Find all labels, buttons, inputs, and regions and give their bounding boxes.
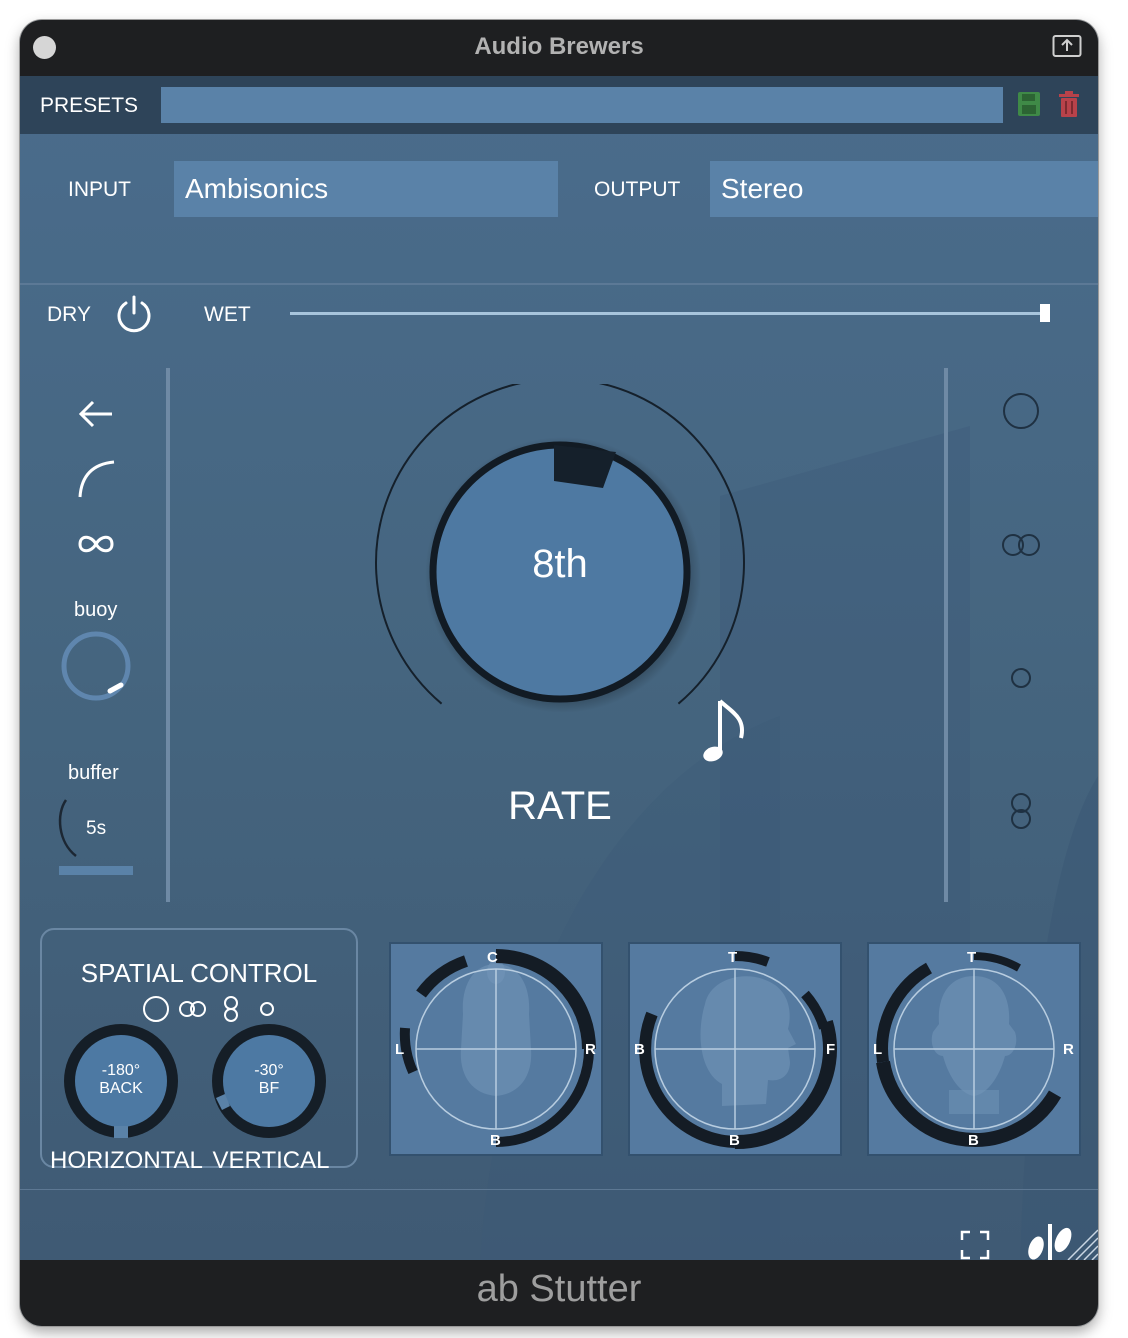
top-view-graphic [399, 949, 596, 1147]
plugin-window: Audio Brewers PRESETS INPUT Ambisonics O… [20, 20, 1098, 1326]
horizontal-value: -180° BACK [62, 1062, 180, 1098]
plugin-name: ab Stutter [476, 1268, 642, 1310]
reverse-arrow-icon[interactable] [77, 397, 115, 431]
music-note-icon[interactable] [702, 696, 748, 768]
save-icon[interactable] [1017, 91, 1041, 117]
fullscreen-icon[interactable] [960, 1230, 990, 1260]
wet-label: WET [204, 303, 251, 326]
front-view-top-label: T [967, 949, 977, 966]
curve-icon[interactable] [76, 459, 116, 499]
front-view-bottom-label: B [968, 1132, 979, 1149]
figure8-horizontal-icon[interactable] [1000, 531, 1042, 559]
front-view-graphic [876, 952, 1062, 1147]
input-label: INPUT [68, 178, 131, 201]
top-view-bottom-label: B [490, 1132, 501, 1149]
vertical-value: -30° BF [210, 1062, 328, 1098]
buoy-label: buoy [74, 599, 118, 621]
figure8-vertical-icon[interactable] [1008, 791, 1034, 831]
dry-wet-slider-track[interactable] [290, 312, 1046, 315]
title-bar: Audio Brewers [20, 20, 1098, 76]
share-icon[interactable] [1052, 33, 1082, 59]
buffer-label: buffer [68, 762, 119, 784]
infinity-icon[interactable] [77, 532, 115, 556]
footer-divider [20, 1189, 1098, 1190]
input-format-select[interactable]: Ambisonics [174, 161, 558, 217]
side-view-panel[interactable]: T B F B [628, 942, 842, 1156]
front-view-right-label: R [1063, 1041, 1074, 1058]
power-icon[interactable] [114, 294, 154, 334]
side-view-bottom-label: B [729, 1132, 740, 1149]
vertical-angle: -30° [254, 1062, 284, 1079]
top-view-left-label: L [395, 1041, 405, 1058]
plugin-name-bar: ab Stutter [20, 1260, 1098, 1326]
presets-label: PRESETS [40, 94, 139, 117]
output-label: OUTPUT [594, 178, 681, 201]
buffer-value: 5s [86, 818, 107, 839]
spatial-control-title: SPATIAL CONTROL [80, 958, 318, 988]
top-view-panel[interactable]: C L R B [389, 942, 603, 1156]
dry-label: DRY [47, 303, 91, 326]
horizontal-label: HORIZONTAL [50, 1147, 203, 1174]
buoy-knob[interactable] [58, 628, 134, 704]
top-view-top-label: C [487, 949, 498, 966]
front-view-panel[interactable]: T L R B [867, 942, 1081, 1156]
omni-circle-icon[interactable] [1000, 390, 1042, 432]
left-divider [166, 368, 170, 902]
top-view-right-label: R [585, 1041, 596, 1058]
dry-wet-slider-handle[interactable] [1040, 304, 1050, 322]
side-view-top-label: T [728, 949, 738, 966]
side-view-graphic [639, 950, 837, 1150]
vertical-direction: BF [258, 1080, 280, 1097]
front-view-left-label: L [873, 1041, 883, 1058]
horizontal-direction: BACK [99, 1080, 143, 1097]
horizontal-angle: -180° [101, 1062, 141, 1079]
side-view-right-label: F [826, 1041, 836, 1058]
preset-field[interactable] [161, 87, 1003, 123]
small-circle-icon[interactable] [1008, 665, 1034, 691]
resize-grip-icon[interactable] [1064, 1226, 1098, 1260]
vertical-label: VERTICAL [212, 1147, 330, 1174]
pattern-selector[interactable] [142, 994, 278, 1024]
rate-value: 8th [532, 542, 588, 586]
buffer-knob-arc[interactable] [54, 796, 84, 858]
side-view-left-label: B [634, 1041, 645, 1058]
buffer-bar[interactable] [59, 866, 133, 875]
plugin-body: PRESETS INPUT Ambisonics OUTPUT Stereo D… [20, 76, 1098, 1260]
rate-label: RATE [508, 784, 612, 828]
output-format-select[interactable]: Stereo [710, 161, 1098, 217]
right-divider [944, 368, 948, 902]
delete-icon[interactable] [1058, 90, 1080, 118]
window-title: Audio Brewers [474, 33, 644, 60]
